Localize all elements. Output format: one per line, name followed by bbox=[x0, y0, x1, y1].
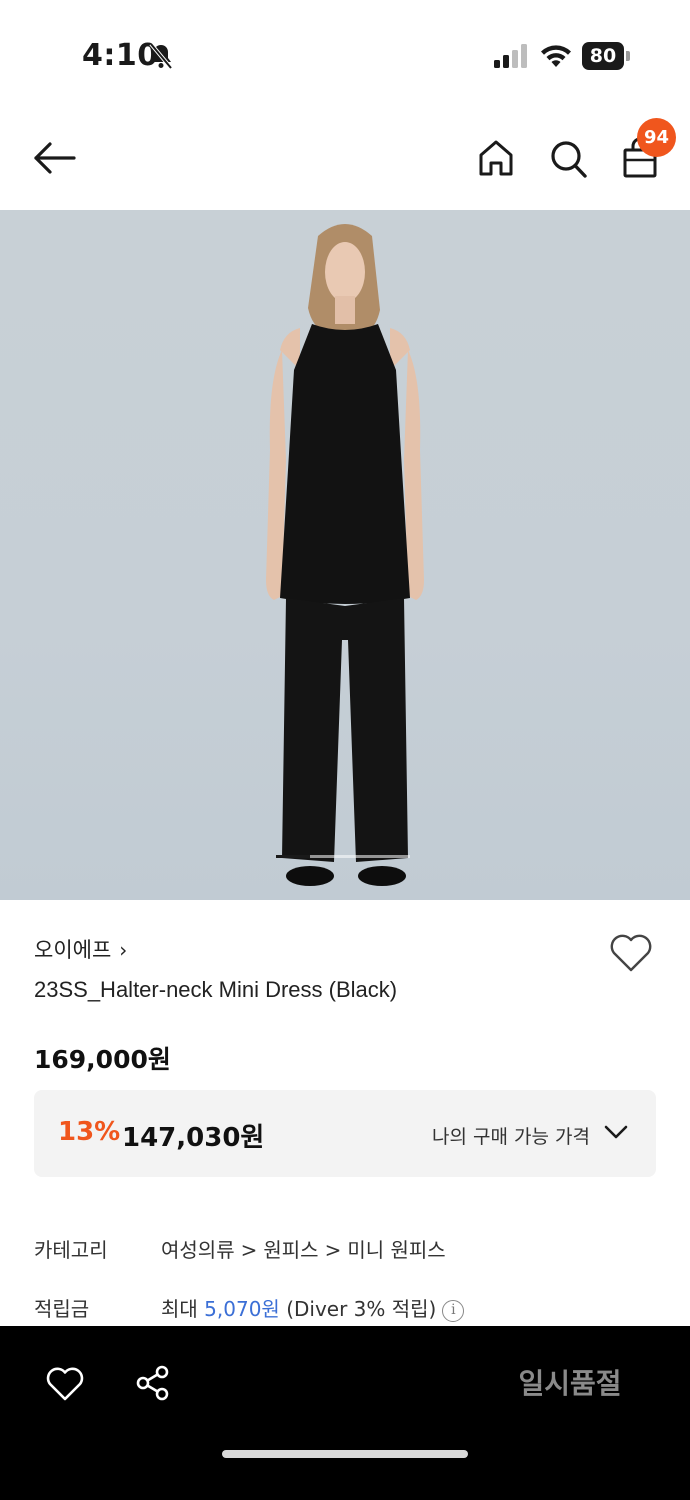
category-label: 카테고리 bbox=[34, 1238, 108, 1262]
app-header bbox=[0, 100, 690, 210]
category-separator: > bbox=[324, 1238, 342, 1262]
category-item-womens-clothing[interactable]: 여성의류 bbox=[161, 1238, 235, 1262]
cart-count-badge: 94 bbox=[637, 118, 676, 157]
search-icon[interactable] bbox=[548, 136, 588, 180]
brand-link[interactable]: 오이에프 › bbox=[34, 934, 127, 964]
points-amount: 5,070원 bbox=[204, 1297, 280, 1321]
points-label: 적립금 bbox=[34, 1297, 90, 1321]
discount-rate: 13% bbox=[58, 1117, 121, 1147]
product-image[interactable] bbox=[0, 210, 690, 900]
chevron-right-icon: › bbox=[119, 938, 128, 962]
home-indicator[interactable] bbox=[222, 1450, 468, 1458]
brand-name: 오이에프 bbox=[34, 938, 112, 962]
heart-icon[interactable] bbox=[608, 932, 654, 974]
original-price: 169,000원 bbox=[34, 1045, 171, 1074]
category-breadcrumb: 여성의류 > 원피스 > 미니 원피스 bbox=[161, 1234, 446, 1263]
share-icon[interactable] bbox=[134, 1364, 172, 1402]
home-icon[interactable] bbox=[476, 136, 516, 180]
image-slide-indicator bbox=[276, 855, 410, 858]
product-name: 23SS_Halter-neck Mini Dress (Black) bbox=[34, 977, 398, 1002]
soldout-button: 일시품절 bbox=[518, 1367, 622, 1400]
points-prefix: 최대 bbox=[161, 1297, 198, 1321]
arrow-left-icon[interactable] bbox=[30, 138, 78, 178]
battery-level: 80 bbox=[582, 42, 624, 70]
heart-icon[interactable] bbox=[46, 1366, 84, 1402]
battery-indicator: 80 bbox=[582, 42, 630, 70]
wifi-icon bbox=[541, 45, 571, 67]
cell-signal-icon bbox=[494, 44, 527, 68]
sale-price: 147,030원 bbox=[122, 1123, 265, 1153]
category-item-mini-dress[interactable]: 미니 원피스 bbox=[347, 1238, 445, 1262]
info-icon[interactable]: i bbox=[442, 1300, 465, 1322]
points-value: 최대 5,070원 (Diver 3% 적립) i bbox=[161, 1293, 465, 1322]
bottom-action-bar: 일시품절 bbox=[0, 1326, 690, 1500]
my-purchase-price-dropdown[interactable]: 13% 147,030원 나의 구매 가능 가격 bbox=[34, 1090, 656, 1177]
status-bar: 4:10 80 bbox=[0, 0, 690, 100]
chevron-down-icon bbox=[604, 1125, 628, 1139]
battery-tip bbox=[626, 51, 630, 61]
bell-slash-icon bbox=[149, 42, 173, 70]
category-separator: > bbox=[240, 1238, 258, 1262]
product-photo-illustration bbox=[266, 224, 424, 886]
purchase-price-label: 나의 구매 가능 가격 bbox=[432, 1126, 590, 1148]
points-suffix: (Diver 3% 적립) bbox=[286, 1297, 437, 1321]
category-item-dress[interactable]: 원피스 bbox=[263, 1238, 318, 1262]
image-slide-indicator-active bbox=[276, 855, 310, 858]
